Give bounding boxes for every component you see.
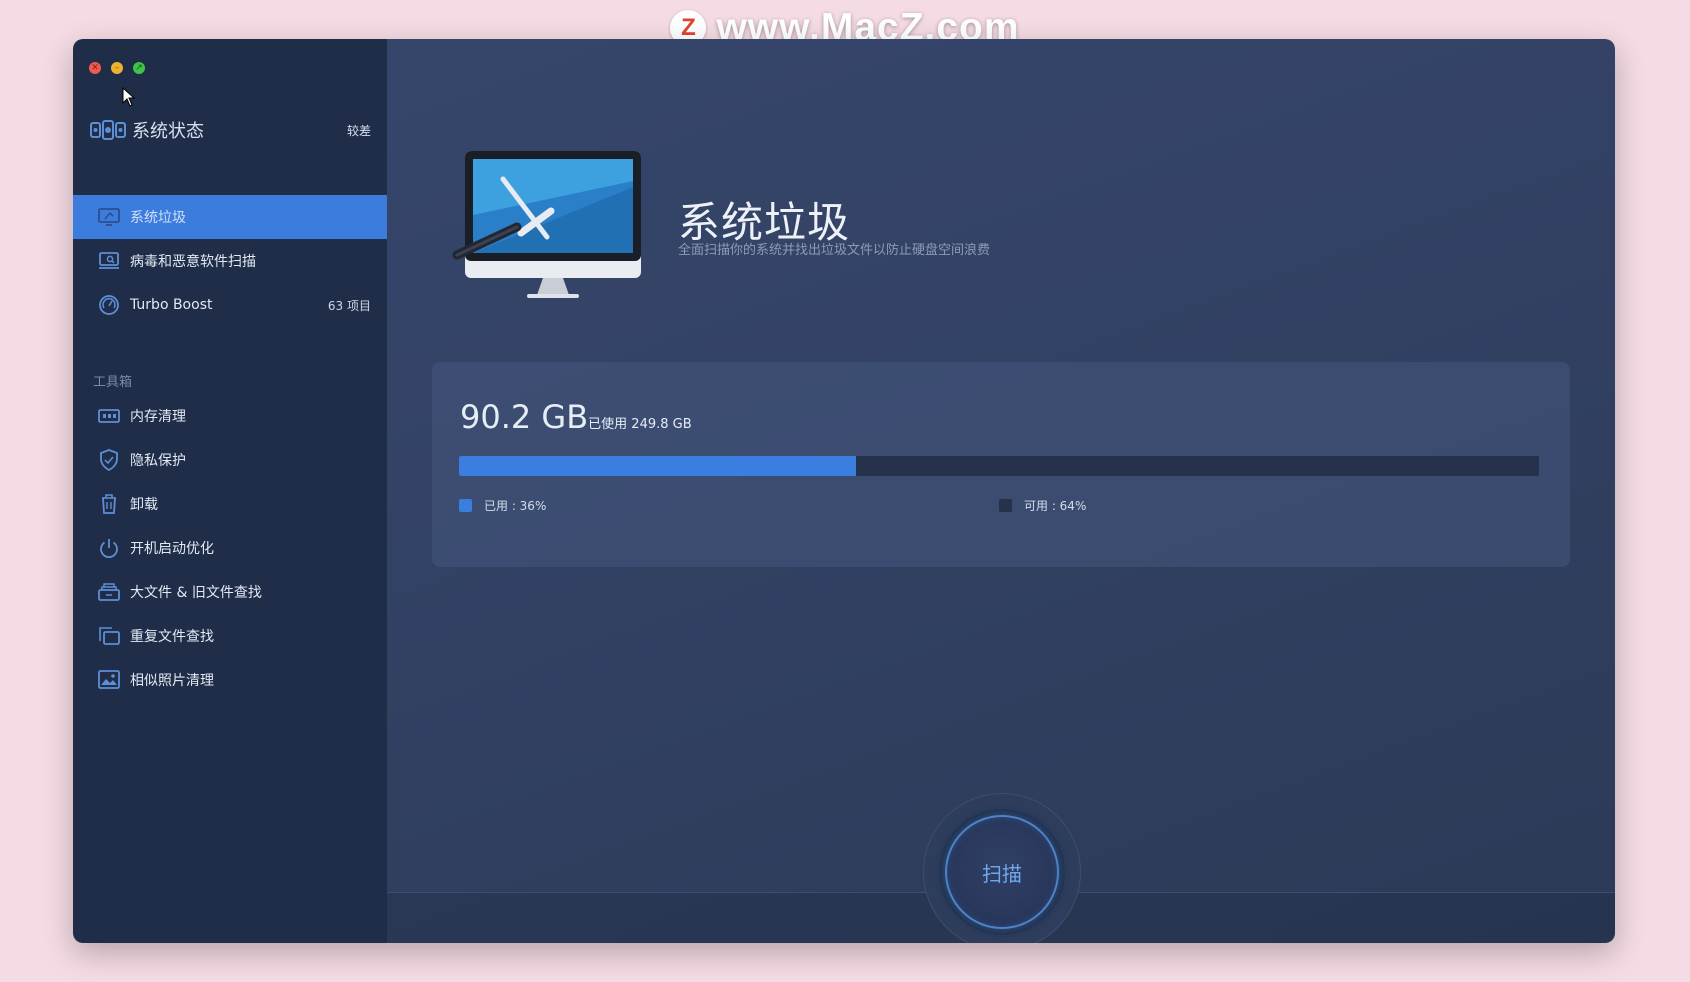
disk-usage-card: 90.2 GB 已使用 249.8 GB 已用 : 36% 可用 : 64% <box>432 362 1570 567</box>
disk-usage-bar-fill <box>459 456 857 476</box>
sidebar-item-label: 开机启动优化 <box>130 541 214 557</box>
app-window: ✕ – ↗ 系统状态 较差 系统垃圾 病毒和恶意软件扫描 Turbo Boost… <box>73 39 1615 943</box>
sidebar-item-large-files[interactable]: 大文件 & 旧文件查找 <box>73 570 387 614</box>
sidebar-item-memory-clean[interactable]: 内存清理 <box>73 394 387 438</box>
trash-icon <box>97 492 121 516</box>
legend-free: 可用 : 64% <box>999 497 1086 514</box>
zoom-icon[interactable]: ↗ <box>133 62 145 74</box>
status-badge: 较差 <box>346 123 371 138</box>
toolbox-nav: 内存清理 隐私保护 卸载 开机启动优化 大文件 & 旧文件查找 重复文件查找 相… <box>73 394 387 702</box>
main-panel: 系统垃圾 全面扫描你的系统并找出垃圾文件以防止硬盘空间浪费 90.2 GB 已使… <box>387 39 1615 943</box>
system-status-icon <box>90 120 126 140</box>
photo-icon <box>97 668 121 692</box>
disk-used-label: 已使用 249.8 GB <box>588 417 692 432</box>
sidebar-item-system-junk[interactable]: 系统垃圾 <box>73 195 387 239</box>
sidebar-item-label: 隐私保护 <box>130 453 186 469</box>
malware-scan-icon <box>97 249 121 273</box>
mouse-cursor-icon <box>122 87 136 107</box>
legend-used-swatch <box>459 499 472 512</box>
system-status-title: 系统状态 <box>132 121 204 142</box>
power-icon <box>97 536 121 560</box>
large-files-icon <box>97 580 121 604</box>
sidebar-item-similar-photos[interactable]: 相似照片清理 <box>73 658 387 702</box>
sidebar-item-label: 卸载 <box>130 497 158 513</box>
sidebar: ✕ – ↗ 系统状态 较差 系统垃圾 病毒和恶意软件扫描 Turbo Boost… <box>73 39 387 943</box>
sidebar-item-label: 病毒和恶意软件扫描 <box>130 254 256 270</box>
memory-icon <box>97 404 121 428</box>
main-nav: 系统垃圾 病毒和恶意软件扫描 Turbo Boost 63 项目 <box>73 195 387 327</box>
scan-button[interactable]: 扫描 <box>945 815 1059 929</box>
disk-total-size: 90.2 GB <box>460 398 589 436</box>
disk-usage-bar <box>459 456 1539 476</box>
toolbox-section-label: 工具箱 <box>93 375 133 390</box>
turbo-boost-count: 63 项目 <box>327 298 371 313</box>
traffic-lights: ✕ – ↗ <box>89 62 145 74</box>
sidebar-item-malware-scan[interactable]: 病毒和恶意软件扫描 <box>73 239 387 283</box>
monitor-squeegee-icon <box>452 151 641 298</box>
sidebar-item-label: 大文件 & 旧文件查找 <box>130 585 262 601</box>
system-status-row[interactable]: 系统状态 较差 <box>90 115 371 145</box>
legend-free-swatch <box>999 499 1012 512</box>
monitor-clean-icon <box>97 205 121 229</box>
shield-icon <box>97 448 121 472</box>
sidebar-item-label: 系统垃圾 <box>130 210 186 226</box>
sidebar-item-privacy[interactable]: 隐私保护 <box>73 438 387 482</box>
page-subtitle: 全面扫描你的系统并找出垃圾文件以防止硬盘空间浪费 <box>678 243 991 258</box>
speedometer-icon <box>97 293 121 317</box>
sidebar-item-label: Turbo Boost <box>130 297 213 313</box>
close-icon[interactable]: ✕ <box>89 62 101 74</box>
legend-free-label: 可用 : 64% <box>1024 499 1087 513</box>
sidebar-item-label: 内存清理 <box>130 409 186 425</box>
sidebar-item-startup[interactable]: 开机启动优化 <box>73 526 387 570</box>
minimize-icon[interactable]: – <box>111 62 123 74</box>
duplicate-files-icon <box>97 624 121 648</box>
legend-used: 已用 : 36% <box>459 497 546 514</box>
logo-letter: Z <box>681 14 696 41</box>
sidebar-item-uninstall[interactable]: 卸载 <box>73 482 387 526</box>
legend-used-label: 已用 : 36% <box>484 499 547 513</box>
sidebar-item-duplicates[interactable]: 重复文件查找 <box>73 614 387 658</box>
disk-size: 90.2 GB 已使用 249.8 GB <box>460 398 692 436</box>
sidebar-item-turbo-boost[interactable]: Turbo Boost 63 项目 <box>73 283 387 327</box>
sidebar-item-label: 重复文件查找 <box>130 629 214 645</box>
sidebar-item-label: 相似照片清理 <box>130 673 214 689</box>
scan-button-ring: 扫描 <box>936 806 1068 938</box>
